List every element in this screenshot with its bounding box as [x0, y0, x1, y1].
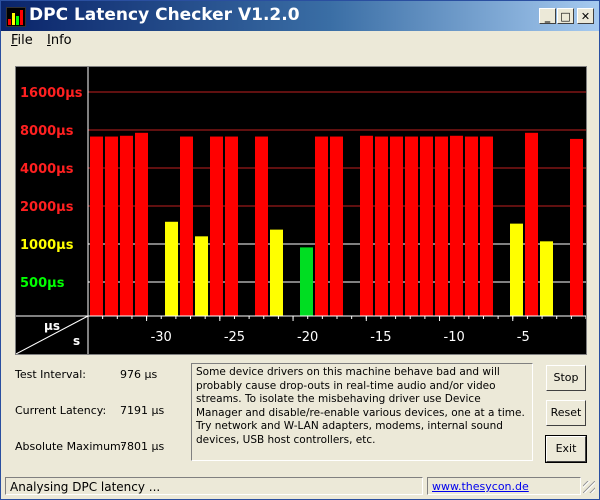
- x-tick-label: -20: [297, 330, 318, 345]
- test-interval-value: 976 µs: [120, 368, 158, 381]
- chart-bar: [210, 136, 223, 316]
- chart-bar: [450, 135, 463, 316]
- chart-bar: [375, 136, 388, 316]
- chart-bar: [165, 221, 178, 316]
- y-tick-label: 4000µs: [20, 162, 74, 177]
- minimize-button[interactable]: _: [539, 8, 556, 24]
- chart-bar: [405, 136, 418, 316]
- status-bar: Analysing DPC latency ... www.thesycon.d…: [3, 475, 597, 497]
- app-window: DPC Latency Checker V1.2.0 _ □ ✕ File In…: [0, 0, 600, 500]
- chart-bar: [435, 136, 448, 316]
- driver-warning-message: Some device drivers on this machine beha…: [191, 363, 533, 461]
- x-tick-label: -10: [444, 330, 465, 345]
- test-interval-label: Test Interval:: [15, 368, 86, 381]
- y-unit-label: µs: [44, 319, 60, 333]
- chart-bar: [300, 247, 313, 316]
- menu-bar: File Info: [1, 31, 599, 51]
- x-tick-label: -30: [151, 330, 172, 345]
- x-tick-label: -25: [224, 330, 245, 345]
- absolute-maximum-value: 7801 µs: [120, 440, 165, 453]
- current-latency-value: 7191 µs: [120, 404, 165, 417]
- chart-bar: [480, 136, 493, 316]
- chart-bar: [510, 223, 523, 316]
- x-unit-label: s: [73, 334, 80, 348]
- chart-bar: [570, 138, 583, 316]
- chart-bar: [330, 136, 343, 316]
- resize-grip-icon[interactable]: [583, 481, 595, 493]
- latency-chart: 16000µs 8000µs 4000µs 2000µs 1000µs 500µs µs s -…: [15, 66, 587, 355]
- y-tick-label: 500µs: [20, 276, 65, 291]
- chart-bar: [120, 135, 133, 316]
- chart-bar: [270, 229, 283, 316]
- chart-bar: [420, 136, 433, 316]
- reset-button[interactable]: Reset: [546, 400, 586, 426]
- website-link-text[interactable]: www.thesycon.de: [432, 480, 529, 493]
- chart-bar: [225, 136, 238, 316]
- exit-button[interactable]: Exit: [545, 435, 587, 463]
- stop-button[interactable]: Stop: [546, 365, 586, 391]
- latency-chart-svg: 16000µs 8000µs 4000µs 2000µs 1000µs 500µs µss -…: [16, 67, 586, 354]
- chart-bar: [105, 136, 118, 316]
- status-text: Analysing DPC latency ...: [5, 477, 423, 495]
- y-tick-label: 2000µs: [20, 200, 74, 215]
- current-latency-label: Current Latency:: [15, 404, 107, 417]
- app-bars-icon: [6, 7, 26, 27]
- menu-info[interactable]: Info: [47, 33, 72, 48]
- window-title: DPC Latency Checker V1.2.0: [29, 5, 300, 25]
- website-link[interactable]: www.thesycon.de: [427, 477, 581, 495]
- chart-bar: [465, 136, 478, 316]
- close-button[interactable]: ✕: [577, 8, 594, 24]
- x-tick-label: -15: [370, 330, 391, 345]
- absolute-maximum-label: Absolute Maximum:: [15, 440, 125, 453]
- chart-bar: [180, 136, 193, 316]
- chart-bar: [540, 241, 553, 316]
- y-tick-label: 16000µs: [20, 86, 83, 101]
- y-tick-label: 8000µs: [20, 124, 74, 139]
- menu-file[interactable]: File: [11, 33, 33, 48]
- chart-bar: [195, 236, 208, 316]
- chart-bar: [90, 136, 103, 316]
- maximize-button[interactable]: □: [557, 8, 574, 24]
- chart-bar: [315, 136, 328, 316]
- x-tick-label: -5: [517, 330, 530, 345]
- y-tick-label: 1000µs: [20, 238, 74, 253]
- chart-bar: [390, 136, 403, 316]
- chart-bar: [525, 132, 538, 316]
- title-bar[interactable]: DPC Latency Checker V1.2.0 _ □ ✕: [1, 1, 599, 31]
- chart-bar: [360, 135, 373, 316]
- chart-bar: [135, 132, 148, 316]
- chart-bar: [255, 136, 268, 316]
